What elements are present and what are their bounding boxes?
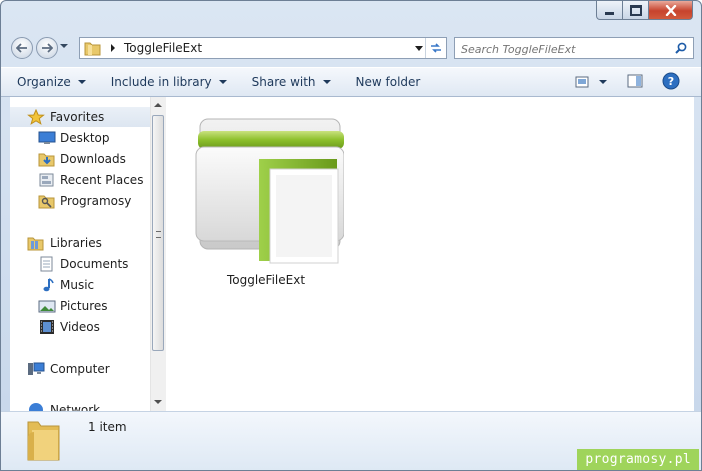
- nav-scrollbar-thumb[interactable]: [152, 115, 164, 351]
- minimize-button[interactable]: [596, 1, 623, 20]
- chevron-down-icon: [599, 80, 607, 84]
- svg-text:?: ?: [668, 75, 674, 88]
- forward-arrow-icon: [42, 43, 53, 53]
- downloads-icon: [38, 153, 55, 167]
- search-icon[interactable]: [675, 42, 687, 54]
- breadcrumb-current-folder[interactable]: ToggleFileExt: [124, 41, 202, 55]
- folder-icon: [84, 42, 101, 56]
- nav-music[interactable]: Music: [38, 275, 94, 295]
- search-input[interactable]: [459, 39, 673, 59]
- nav-libraries-label: Libraries: [50, 236, 102, 250]
- recent-places-icon: [39, 173, 54, 187]
- nav-pictures-label: Pictures: [60, 299, 108, 313]
- chevron-down-icon: [218, 80, 227, 84]
- nav-favorites-label: Favorites: [50, 110, 105, 124]
- new-folder-button[interactable]: New folder: [342, 71, 432, 93]
- nav-computer[interactable]: Computer: [27, 359, 110, 379]
- nav-computer-label: Computer: [50, 362, 110, 376]
- help-button[interactable]: ?: [662, 72, 680, 90]
- videos-icon: [40, 320, 54, 334]
- pictures-icon: [38, 300, 56, 313]
- command-bar: Organize Include in library Share with N…: [1, 67, 701, 97]
- network-icon: [29, 403, 43, 411]
- nav-documents-label: Documents: [60, 257, 129, 271]
- new-folder-label: New folder: [355, 75, 421, 89]
- nav-favorites[interactable]: Favorites: [10, 107, 150, 127]
- file-item[interactable]: ToggleFileExt: [188, 117, 345, 293]
- navigation-pane: Favorites Desktop Downloads Recent Place…: [10, 97, 166, 411]
- preview-pane-icon: [627, 74, 643, 88]
- nav-network-label: Network: [50, 403, 101, 411]
- green-folder-icon: [195, 118, 345, 264]
- nav-pictures[interactable]: Pictures: [38, 296, 108, 316]
- star-icon: [27, 109, 45, 125]
- computer-icon: [28, 362, 45, 375]
- maximize-icon: [629, 4, 642, 16]
- refresh-button[interactable]: [425, 38, 446, 58]
- caption-buttons: [596, 1, 693, 20]
- chevron-down-icon: [77, 80, 86, 84]
- nav-scrollbar[interactable]: [150, 97, 166, 411]
- music-icon: [43, 278, 54, 292]
- maximize-button[interactable]: [623, 1, 649, 20]
- close-button[interactable]: [649, 1, 693, 20]
- refresh-icon: [431, 43, 441, 53]
- close-icon: [665, 4, 676, 16]
- forward-button[interactable]: [36, 37, 58, 59]
- share-with-menu[interactable]: Share with: [238, 71, 342, 93]
- shortcut-folder-icon: [38, 195, 55, 209]
- watermark: programosy.pl: [577, 449, 699, 470]
- view-icon: [575, 76, 589, 88]
- scroll-up-arrow-icon[interactable]: [154, 103, 162, 107]
- nav-music-label: Music: [60, 278, 95, 292]
- address-history-dropdown[interactable]: [415, 46, 423, 51]
- explorer-window: ToggleFileExt Organize Include in librar…: [0, 0, 702, 471]
- nav-documents[interactable]: Documents: [38, 254, 128, 274]
- details-pane: 1 item programosy.pl: [1, 411, 701, 470]
- preview-pane-button[interactable]: [627, 73, 645, 91]
- scroll-down-arrow-icon[interactable]: [154, 400, 162, 404]
- address-bar[interactable]: ToggleFileExt: [79, 37, 447, 59]
- nav-videos[interactable]: Videos: [38, 317, 100, 337]
- nav-recent-places[interactable]: Recent Places: [38, 170, 143, 190]
- include-in-library-label: Include in library: [110, 75, 212, 89]
- nav-recent-places-label: Recent Places: [60, 173, 144, 187]
- nav-downloads[interactable]: Downloads: [38, 149, 126, 169]
- nav-network[interactable]: Network: [27, 400, 100, 411]
- folder-icon: [27, 421, 60, 461]
- nav-programosy[interactable]: Programosy: [38, 191, 131, 211]
- organize-menu[interactable]: Organize: [1, 71, 97, 93]
- desktop-icon: [38, 131, 56, 144]
- recent-pages-dropdown[interactable]: [60, 44, 68, 48]
- navigation-row: ToggleFileExt: [1, 31, 701, 63]
- organize-label: Organize: [17, 75, 71, 89]
- nav-libraries[interactable]: Libraries: [27, 233, 102, 253]
- nav-desktop[interactable]: Desktop: [38, 128, 110, 148]
- nav-network-clip: Network: [27, 399, 150, 411]
- change-view-button[interactable]: [573, 72, 609, 92]
- minimize-icon: [605, 11, 614, 15]
- nav-videos-label: Videos: [60, 320, 100, 334]
- grip-icon: [156, 231, 161, 238]
- share-with-label: Share with: [251, 75, 316, 89]
- nav-desktop-label: Desktop: [60, 131, 110, 145]
- file-list[interactable]: ToggleFileExt: [166, 97, 694, 411]
- libraries-icon: [27, 237, 44, 251]
- back-button[interactable]: [11, 37, 33, 59]
- documents-icon: [40, 256, 53, 272]
- nav-downloads-label: Downloads: [60, 152, 126, 166]
- search-box[interactable]: [454, 37, 694, 59]
- file-item-name: ToggleFileExt: [226, 273, 306, 287]
- item-count: 1 item: [88, 420, 127, 434]
- nav-programosy-label: Programosy: [60, 194, 132, 208]
- help-icon: ?: [662, 72, 680, 90]
- back-arrow-icon: [16, 43, 27, 53]
- include-in-library-menu[interactable]: Include in library: [97, 71, 238, 93]
- chevron-down-icon: [322, 80, 331, 84]
- breadcrumb-arrow-icon[interactable]: [108, 43, 118, 53]
